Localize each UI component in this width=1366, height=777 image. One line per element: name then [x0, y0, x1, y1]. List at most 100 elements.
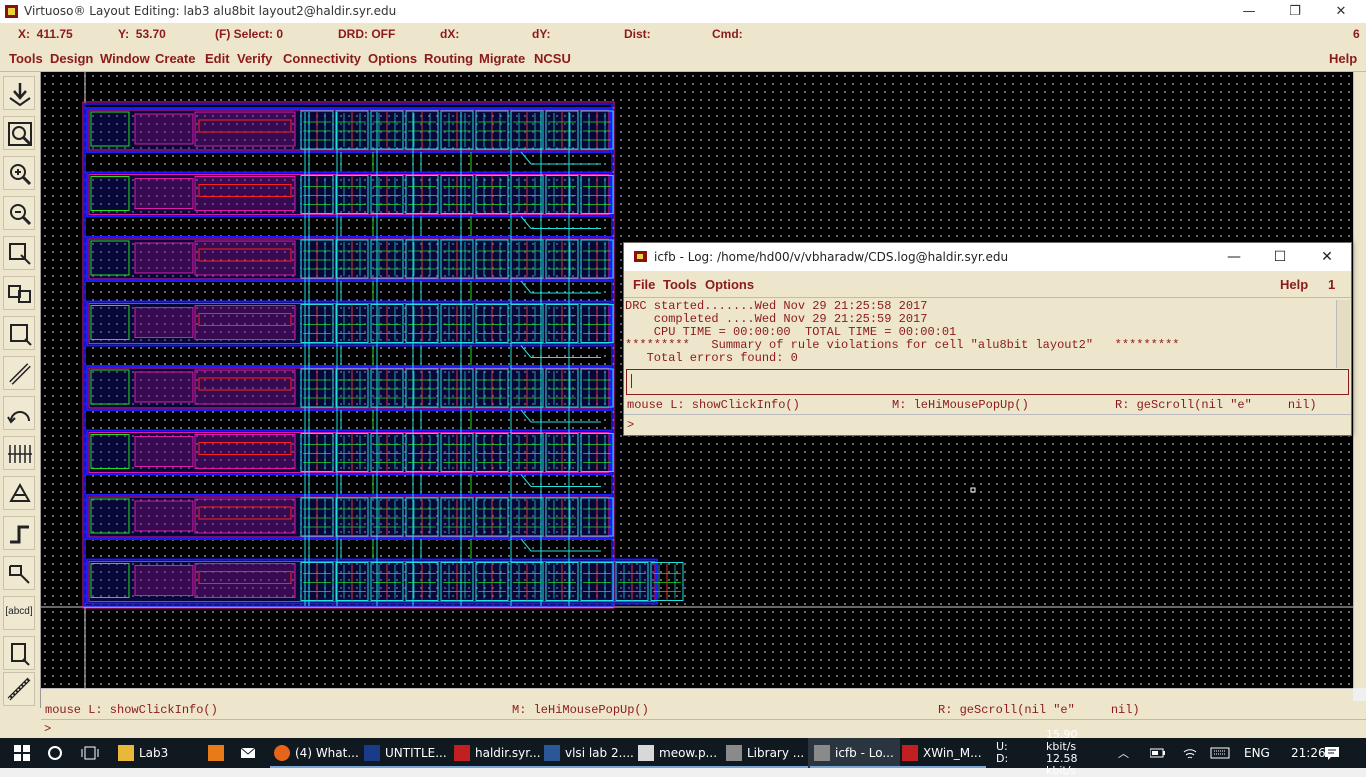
log-window-number: 1 [1328, 277, 1336, 292]
zoom-out-tool[interactable] [3, 196, 35, 230]
ruler-tool[interactable] [3, 672, 35, 706]
fit-view-tool[interactable] [3, 116, 35, 150]
label-icon: [abcd] [5, 606, 33, 617]
download-speed: 12.58 kbit/s [1046, 752, 1078, 777]
property-tool[interactable] [3, 436, 35, 470]
taskbar-item-word[interactable]: vlsi lab 2.... [538, 738, 636, 768]
create-instance-tool[interactable] [3, 476, 35, 510]
copy-tool[interactable] [3, 276, 35, 310]
menu-tools[interactable]: Tools [9, 51, 43, 66]
menu-edit[interactable]: Edit [205, 51, 230, 66]
windows-logo-icon [14, 745, 30, 761]
menu-routing[interactable]: Routing [424, 51, 473, 66]
action-center-icon[interactable] [1324, 738, 1340, 768]
start-button[interactable] [8, 738, 36, 768]
net-meter-labels: U: D: [996, 740, 1009, 765]
menu-design[interactable]: Design [50, 51, 93, 66]
log-menu-help[interactable]: Help [1280, 277, 1308, 292]
clock[interactable]: 21:26 [1291, 738, 1326, 768]
menu-ncsu[interactable]: NCSU [534, 51, 571, 66]
log-menu-file[interactable]: File [633, 277, 655, 292]
instance-icon [9, 482, 31, 502]
log-menu-bar: File Tools Options Help 1 [624, 271, 1351, 298]
menu-help[interactable]: Help [1329, 51, 1357, 66]
x-coordinate: X: 411.75 [18, 27, 73, 41]
select-count: (F) Select: 0 [215, 27, 284, 41]
log-menu-tools[interactable]: Tools [663, 277, 697, 292]
vertical-scrollbar[interactable] [1353, 72, 1366, 688]
label-tool[interactable]: [abcd] [3, 596, 35, 630]
log-window-title: icfb - Log: /home/hd00/v/vbharadw/CDS.lo… [654, 250, 1009, 264]
property-icon [8, 445, 32, 463]
taskbar-item-pdf[interactable]: meow.p... [632, 738, 724, 768]
path-tool[interactable] [3, 356, 35, 390]
window-title-bar: Virtuoso® Layout Editing: lab3 alu8bit l… [0, 0, 1366, 23]
folder-icon [118, 745, 134, 761]
show-hidden-icons-button[interactable]: ︿ [1118, 738, 1129, 768]
wire-icon [10, 525, 29, 544]
menu-options[interactable]: Options [368, 51, 417, 66]
word-icon [544, 745, 560, 761]
media-icon [208, 745, 224, 761]
wire-tool[interactable] [3, 516, 35, 550]
menu-window[interactable]: Window [100, 51, 150, 66]
log-prompt-line[interactable]: > [624, 414, 1351, 435]
close-button[interactable]: ✕ [1318, 0, 1364, 23]
mouse-left-binding: mouse L: showClickInfo() [45, 703, 218, 717]
menu-migrate[interactable]: Migrate [479, 51, 525, 66]
mouse-right-binding: R: geScroll(nil "e" nil) [938, 703, 1140, 717]
taskbar-item-library[interactable]: Library ... [720, 738, 812, 768]
xwin-icon [726, 745, 742, 761]
mail-icon [240, 747, 256, 758]
wifi-icon[interactable] [1182, 738, 1198, 768]
log-maximize-button[interactable]: ☐ [1257, 243, 1303, 271]
restore-button[interactable]: ❐ [1272, 0, 1318, 23]
cmd-readout: Cmd: [712, 27, 743, 41]
stretch-tool[interactable] [3, 236, 35, 270]
keyboard-icon[interactable] [1210, 738, 1230, 768]
taskbar-item-mail[interactable] [234, 738, 262, 768]
taskbar-item-untitled[interactable]: UNTITLE... [358, 738, 452, 768]
text-caret [631, 374, 632, 388]
menu-create[interactable]: Create [155, 51, 195, 66]
log-command-input[interactable] [626, 369, 1349, 395]
minimize-button[interactable]: — [1226, 0, 1272, 23]
taskbar-item-xwin[interactable]: XWin_M... [896, 738, 988, 768]
taskbar-item-media[interactable] [202, 738, 230, 768]
log-menu-options[interactable]: Options [705, 277, 754, 292]
log-minimize-button[interactable]: — [1211, 243, 1257, 271]
menu-verify[interactable]: Verify [237, 51, 272, 66]
rectangle-icon [9, 565, 30, 584]
rectangle-tool[interactable] [3, 556, 35, 590]
ruler-icon [7, 677, 31, 701]
task-view-button[interactable] [78, 738, 102, 768]
window-title: Virtuoso® Layout Editing: lab3 alu8bit l… [24, 4, 397, 18]
path-icon [9, 363, 31, 385]
xwin-icon [814, 745, 830, 761]
taskbar-item-lab3[interactable]: Lab3 [112, 738, 204, 768]
pdf-icon [638, 745, 654, 761]
log-window-title-bar: icfb - Log: /home/hd00/v/vbharadw/CDS.lo… [624, 243, 1351, 271]
move-tool[interactable] [3, 316, 35, 350]
save-view-tool[interactable] [3, 76, 35, 110]
taskbar-item-icfb[interactable]: icfb - Lo... [808, 738, 900, 768]
firefox-icon [274, 745, 290, 761]
zoom-in-tool[interactable] [3, 156, 35, 190]
command-prompt[interactable]: > [41, 719, 1366, 739]
log-mouse-left: mouse L: showClickInfo() [627, 398, 800, 412]
zoom-in-icon [10, 164, 32, 186]
select-tool[interactable] [3, 636, 35, 670]
taskbar-item-firefox[interactable]: (4) What... [268, 738, 362, 768]
undo-tool[interactable] [3, 396, 35, 430]
dy-readout: dY: [532, 27, 551, 41]
horizontal-scrollbar[interactable] [41, 688, 1353, 702]
taskbar-item-haldir[interactable]: haldir.syr... [448, 738, 542, 768]
battery-icon[interactable] [1150, 738, 1166, 768]
log-scrollbar[interactable] [1336, 300, 1350, 368]
search-button[interactable] [44, 738, 66, 768]
menu-connectivity[interactable]: Connectivity [283, 51, 361, 66]
mouse-binding-status: mouse L: showClickInfo() M: leHiMousePop… [41, 701, 1366, 719]
y-coordinate: Y: 53.70 [118, 27, 166, 41]
language-indicator[interactable]: ENG [1244, 738, 1270, 768]
log-close-button[interactable]: ✕ [1304, 243, 1350, 271]
